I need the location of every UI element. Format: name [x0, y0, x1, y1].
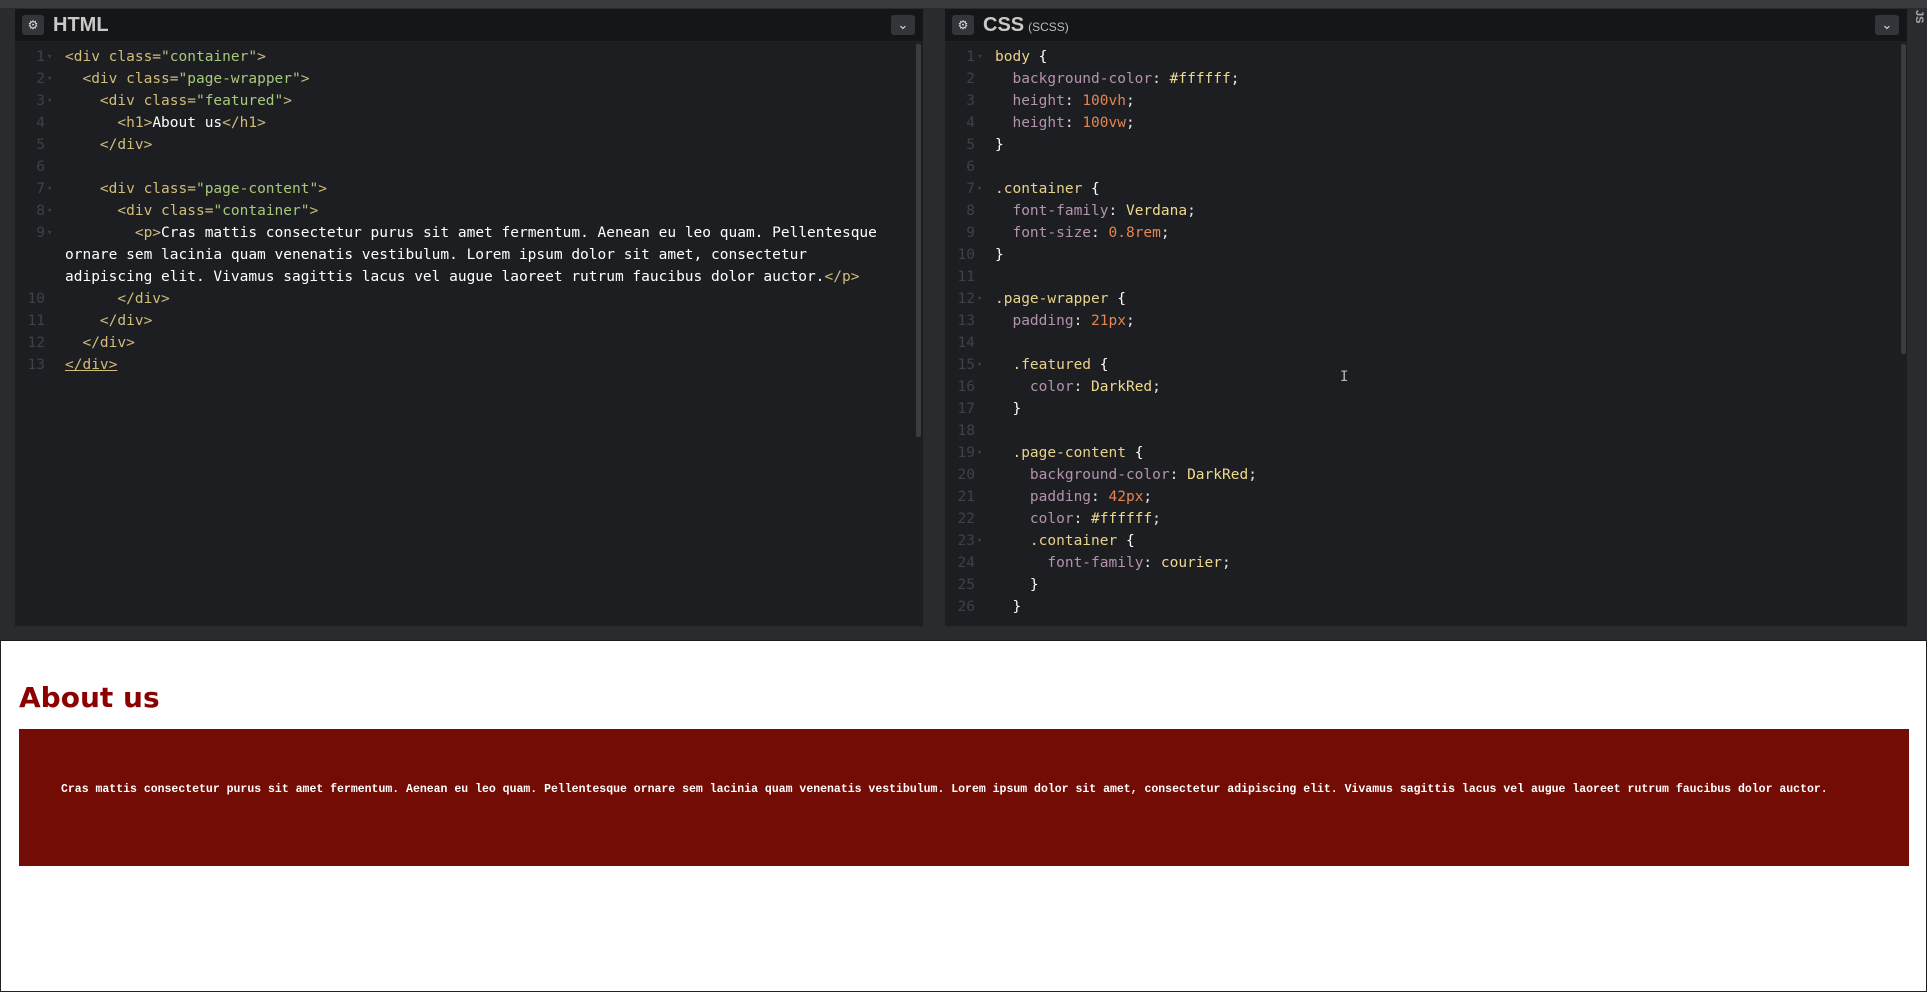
code-line: 4 <h1>About us</h1>: [36, 115, 266, 131]
code-line: 9 ▾ <p>Cras mattis consectetur purus sit …: [36, 225, 877, 241]
code-line: 7 ▾ .container {: [966, 181, 1100, 197]
code-line: 3 height: 100vh;: [966, 93, 1135, 109]
code-line: adipiscing elit. Vivamus sagittis lacus …: [65, 269, 860, 285]
code-line: 10 }: [957, 247, 1004, 263]
gear-icon: ⚙: [27, 18, 39, 32]
css-preprocessor-label: (SCSS): [1028, 20, 1069, 34]
css-settings-button[interactable]: ⚙: [952, 15, 974, 35]
code-line: 2 background-color: #ffffff;: [966, 71, 1240, 87]
css-editor-scrollbar[interactable]: [1901, 44, 1906, 354]
code-line: 6: [966, 159, 975, 175]
css-panel-header: ⚙ CSS (SCSS) ⌄: [945, 9, 1907, 42]
preview-pane: About us Cras mattis consectetur purus s…: [0, 641, 1926, 992]
preview-paragraph: Cras mattis consectetur purus sit amet f…: [61, 783, 1828, 796]
panel-resize-divider[interactable]: [924, 9, 944, 626]
code-line: 13 padding: 21px;: [957, 313, 1135, 329]
code-line: 19 ▾ .page-content {: [957, 445, 1144, 461]
code-line: 1 ▾ body {: [966, 49, 1048, 65]
code-line: 4 height: 100vw;: [966, 115, 1135, 131]
html-code-editor[interactable]: 1 ▾ <div class="container"> 2 ▾ <div class=…: [15, 42, 923, 376]
code-line: 6: [36, 159, 45, 175]
css-code-editor[interactable]: 1 ▾ body { 2 background-color: #ffffff; 3 …: [945, 42, 1907, 618]
code-line: 13 </div>: [27, 357, 118, 373]
code-line: 10 </div>: [27, 291, 170, 307]
code-line: 12 ▾ .page-wrapper {: [957, 291, 1126, 307]
html-panel-menu-button[interactable]: ⌄: [891, 15, 915, 35]
editor-area: ⚙ HTML ⌄ 1 ▾ <div class="container"> 2 ▾ <d…: [0, 0, 1927, 640]
code-line: 2 ▾ <div class="page-wrapper">: [36, 71, 310, 87]
css-editor-panel: ⚙ CSS (SCSS) ⌄ 1 ▾ body { 2 background-colo…: [945, 9, 1907, 626]
gear-icon: ⚙: [957, 18, 969, 32]
preview-page-content: Cras mattis consectetur purus sit amet f…: [19, 729, 1909, 866]
code-line: 1 ▾ <div class="container">: [36, 49, 266, 65]
code-line: 15 ▾ .featured {: [957, 357, 1109, 373]
code-line: 9 font-size: 0.8rem;: [966, 225, 1170, 241]
code-line: 12 </div>: [27, 335, 135, 351]
text-cursor-icon: I: [1340, 369, 1349, 385]
code-line: 5 }: [966, 137, 1004, 153]
code-line: 11: [957, 269, 975, 285]
html-editor-scrollbar[interactable]: [916, 44, 921, 437]
code-line: 11 </div>: [27, 313, 153, 329]
code-line: 24 font-family: courier;: [957, 555, 1231, 571]
code-line: 8 font-family: Verdana;: [966, 203, 1196, 219]
html-panel-title: HTML: [53, 14, 109, 36]
preview-heading: About us: [19, 681, 160, 714]
code-line: 18: [957, 423, 975, 439]
code-line: 25 }: [957, 577, 1039, 593]
html-panel-header: ⚙ HTML ⌄: [15, 9, 923, 42]
code-line: 23 ▾ .container {: [957, 533, 1135, 549]
code-line: ornare sem lacinia quam venenatis vestib…: [65, 247, 808, 263]
code-line: 20 background-color: DarkRed;: [957, 467, 1257, 483]
css-panel-menu-button[interactable]: ⌄: [1875, 15, 1899, 35]
js-panel-tab[interactable]: JS: [1911, 10, 1925, 32]
code-line: 5 </div>: [36, 137, 153, 153]
html-editor-panel: ⚙ HTML ⌄ 1 ▾ <div class="container"> 2 ▾ <d…: [15, 9, 923, 626]
code-line: 21 padding: 42px;: [957, 489, 1153, 505]
code-line: 7 ▾ <div class="page-content">: [36, 181, 327, 197]
html-settings-button[interactable]: ⚙: [22, 15, 44, 35]
code-line: 26 }: [957, 599, 1022, 615]
code-line: 3 ▾ <div class="featured">: [36, 93, 293, 109]
code-line: 16 color: DarkRed;: [957, 379, 1161, 395]
css-panel-title: CSS (SCSS): [983, 14, 1069, 37]
css-title-text: CSS: [983, 14, 1025, 36]
code-line: 8 ▾ <div class="container">: [36, 203, 319, 219]
code-line: 14: [957, 335, 975, 351]
chevron-down-icon: ⌄: [897, 17, 909, 33]
top-resize-strip[interactable]: [0, 0, 1927, 8]
code-line: 17 }: [957, 401, 1022, 417]
chevron-down-icon: ⌄: [1881, 17, 1893, 33]
code-line: 22 color: #ffffff;: [957, 511, 1161, 527]
